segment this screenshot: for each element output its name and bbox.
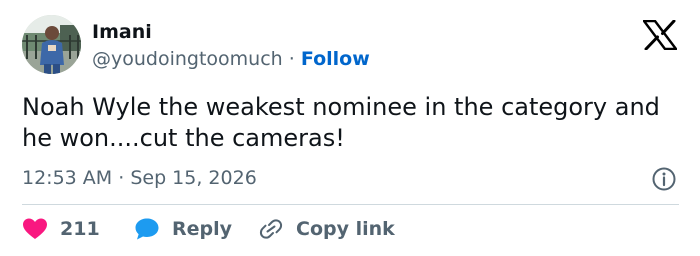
like-button[interactable]: 211	[22, 214, 100, 244]
heart-icon	[23, 218, 47, 239]
tweet-timestamp[interactable]: 12:53 AM · Sep 15, 2026	[22, 166, 257, 190]
link-icon	[259, 219, 283, 239]
meta-separator: ·	[118, 167, 125, 189]
info-icon[interactable]	[651, 166, 677, 192]
avatar-photo	[22, 15, 81, 74]
author-handle-row: @youdoingtoomuch · Follow	[92, 47, 370, 71]
tweet-text: Noah Wyle the weakest nominee in the cat…	[22, 93, 660, 152]
author-name[interactable]: Imani	[92, 20, 152, 44]
x-logo-icon[interactable]	[643, 20, 677, 50]
avatar[interactable]	[22, 15, 81, 74]
handle-separator: ·	[288, 48, 295, 70]
copy-link-button[interactable]: Copy link	[258, 214, 395, 244]
divider	[22, 204, 679, 205]
speech-bubble-icon	[135, 218, 159, 240]
reply-button[interactable]: Reply	[134, 214, 232, 244]
like-count: 211	[60, 218, 100, 240]
tweet-date[interactable]: Sep 15, 2026	[130, 167, 256, 189]
author-handle[interactable]: @youdoingtoomuch	[92, 48, 283, 70]
copy-link-label: Copy link	[296, 218, 395, 240]
follow-button[interactable]: Follow	[301, 48, 370, 70]
tweet-time[interactable]: 12:53 AM	[22, 167, 112, 189]
reply-label: Reply	[172, 218, 233, 240]
